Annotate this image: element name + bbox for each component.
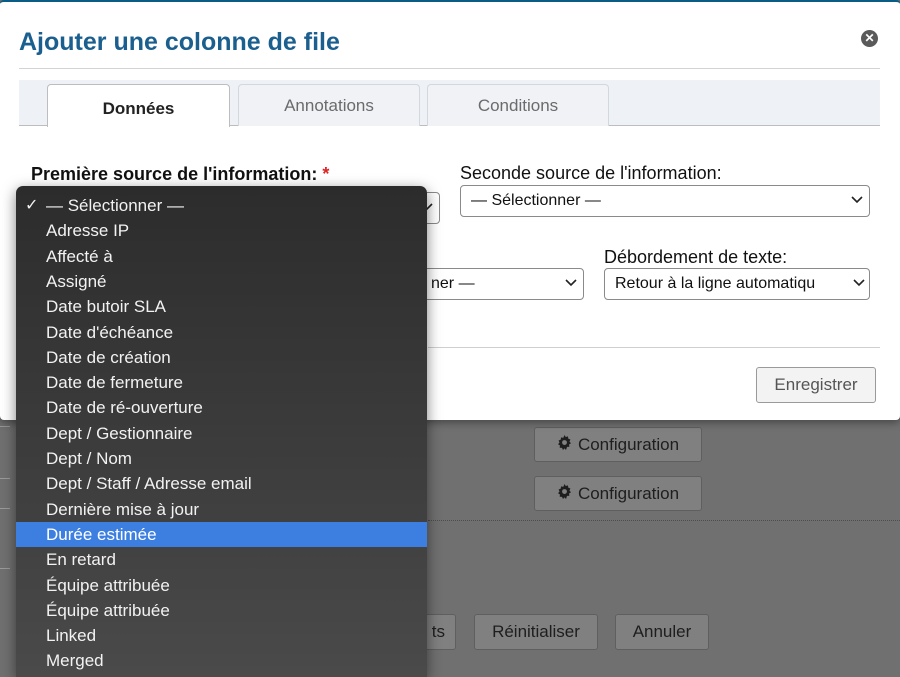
dropdown-option-label: Dept / Nom [46,449,132,468]
tab-annotations[interactable]: Annotations [238,84,420,126]
dropdown-option[interactable]: Merged [16,648,427,673]
primary-source-label: Première source de l'information: * [31,164,329,185]
dropdown-option-label: Dept / Gestionnaire [46,423,193,443]
primary-source-dropdown: ✓ — Sélectionner — Adresse IP Affecté à Assi… [16,186,427,677]
dropdown-option[interactable]: Linked [16,623,427,648]
dropdown-option-label: Équipe attribuée [46,600,170,620]
dropdown-option[interactable]: Durée estimée [16,521,427,547]
dropdown-option[interactable]: Dept / Nom [16,446,427,471]
check-icon: ✓ [25,197,39,214]
cancel-button[interactable]: Annuler [615,614,709,650]
gear-icon [557,483,572,504]
configuration-label: Configuration [577,434,680,454]
dropdown-option-label: — Sélectionner — [46,196,184,215]
dropdown-option[interactable]: Affecté à [16,244,427,269]
dropdown-option-label: En retard [46,550,116,570]
dropdown-option-label: Dept / Staff / Adresse email [46,474,252,494]
chevron-down-icon [851,193,863,205]
configuration-button-2[interactable]: Configuration [534,476,702,511]
dropdown-option[interactable]: Dernière mise à jour [16,497,427,522]
dropdown-option[interactable]: Équipe attribuée [16,598,427,623]
dropdown-option-label: Durée estimée [46,524,157,544]
form-divider [428,347,880,348]
tab-label: Données [102,99,175,118]
dropdown-option[interactable]: Date de fermeture [16,370,427,395]
dropdown-option-label: Assigné [46,271,107,291]
dropdown-option-label: Équipe attribuée [46,575,170,595]
chevron-down-icon [850,276,865,288]
configuration-label: Configuration [577,483,680,503]
dropdown-option[interactable]: Adresse IP [16,218,427,243]
tab-conditions[interactable]: Conditions [427,84,609,126]
dropdown-option-label: Date de fermeture [46,373,184,393]
dropdown-option[interactable]: Équipe attribuée [16,573,427,598]
dropdown-option[interactable]: Date butoir SLA [16,294,427,319]
dialog-title: Ajouter une colonne de file [19,28,340,56]
dropdown-option[interactable]: Date de création [16,345,427,370]
background-separator [428,520,900,521]
dropdown-option-label: Date d'échéance [46,322,174,342]
dropdown-option-label: Linked [46,626,97,646]
dropdown-option[interactable]: Dept / Gestionnaire [16,421,427,446]
dropdown-option-label: Affecté à [46,246,113,266]
reset-label: Réinitialiser [492,622,580,641]
tab-donnees[interactable]: Données [47,84,230,127]
third-select-value: ner — [431,275,475,292]
configuration-button-1[interactable]: Configuration [534,427,702,462]
reset-button[interactable]: Réinitialiser [474,614,598,650]
background-divider [0,426,10,427]
text-overflow-label: Débordement de texte: [604,247,788,267]
dropdown-option-label: Date butoir SLA [46,297,167,317]
dropdown-option[interactable]: En retard [16,547,427,572]
cancel-label: Annuler [632,622,692,641]
text-overflow-value: Retour à la ligne automatiqu [615,275,816,292]
defaults-label: ts [431,622,445,641]
dropdown-option[interactable]: ✓ — Sélectionner — [16,193,427,218]
dropdown-option[interactable]: Date d'échéance [16,320,427,345]
title-divider [19,68,880,69]
dropdown-option[interactable]: Date de ré-ouverture [16,395,427,420]
dropdown-option[interactable]: Assigné [16,269,427,294]
tab-label: Conditions [477,95,559,115]
gear-icon [557,434,572,455]
secondary-source-select[interactable]: — Sélectionner — [460,185,870,217]
close-icon[interactable]: ✕ [861,30,878,47]
background-divider [0,568,10,569]
dropdown-option-label: Merged [46,651,104,671]
dropdown-option-label: Dernière mise à jour [46,499,200,519]
chevron-down-icon [565,276,577,288]
tab-label: Annotations [284,95,374,115]
dropdown-option-label: Adresse IP [46,221,130,241]
primary-source-text: Première source de l'information: [31,164,318,184]
text-overflow-select[interactable]: Retour à la ligne automatiqu [604,268,870,300]
required-marker: * [322,164,330,184]
secondary-source-label: Seconde source de l'information: [460,163,722,183]
dropdown-option-label: Date de ré-ouverture [46,398,203,418]
dropdown-option-label: Date de création [46,347,171,367]
save-button[interactable]: Enregistrer [756,367,876,403]
background-divider [0,508,10,509]
background-divider [0,478,10,479]
secondary-source-value: — Sélectionner — [471,192,601,209]
dropdown-option[interactable]: Dept / Staff / Adresse email [16,471,427,496]
tab-bar: Données Annotations Conditions [19,80,880,127]
